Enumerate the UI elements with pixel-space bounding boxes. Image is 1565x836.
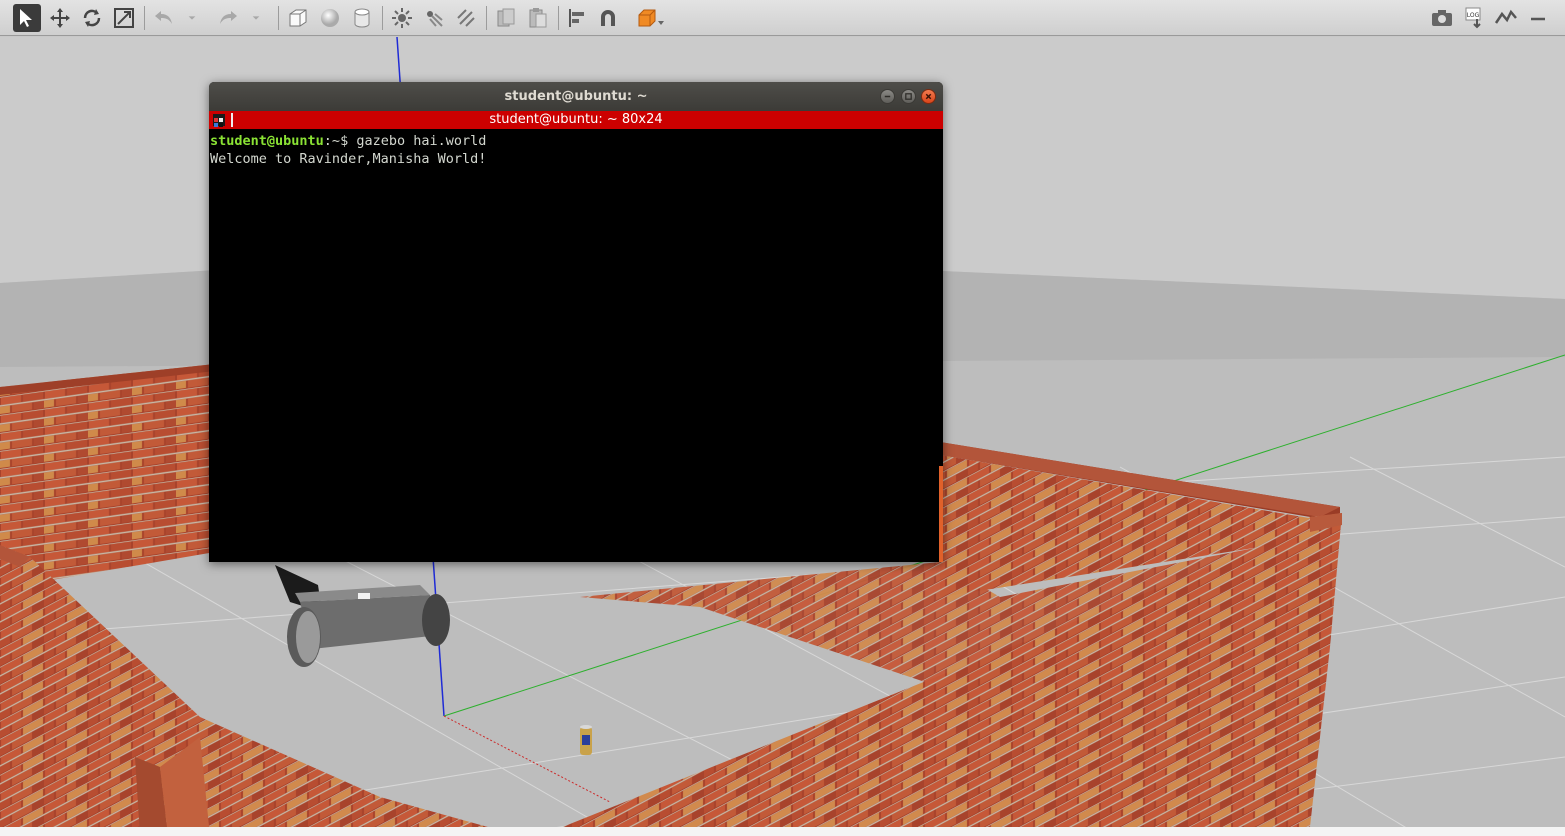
plot-button[interactable] <box>1492 4 1520 32</box>
magnet-icon <box>601 10 615 26</box>
terminal-tab-bar[interactable]: student@ubuntu: ~ 80x24 <box>209 111 943 129</box>
line-chart-icon <box>1494 9 1517 24</box>
cube-icon <box>289 9 307 27</box>
terminal-scrollbar[interactable] <box>939 466 943 562</box>
align-icon <box>569 9 584 27</box>
directional-light-icon <box>457 9 475 27</box>
terminal-output-line: Welcome to Ravinder,Manisha World! <box>210 151 487 167</box>
prompt-symbol: $ <box>340 133 357 149</box>
terminal-output[interactable]: student@ubuntu:~$ gazebo hai.world Welco… <box>209 129 943 171</box>
translate-mode-button[interactable] <box>46 4 74 32</box>
minus-icon <box>1531 17 1545 21</box>
rotate-mode-button[interactable] <box>78 4 106 32</box>
redo-button[interactable] <box>214 4 242 32</box>
arrow-pointer-icon <box>20 9 32 27</box>
undo-history-dropdown[interactable] <box>182 4 202 32</box>
spotlight-icon <box>427 11 443 27</box>
scale-mode-button[interactable] <box>110 4 138 32</box>
prompt-user: student@ubuntu <box>210 133 324 149</box>
snap-button[interactable] <box>594 4 622 32</box>
maximize-icon <box>905 93 912 100</box>
copy-icon <box>497 8 515 27</box>
paste-icon <box>529 8 547 28</box>
sun-icon <box>392 8 412 28</box>
sphere-shape-button[interactable] <box>316 4 344 32</box>
align-button[interactable] <box>564 4 592 32</box>
cylinder-shape-button[interactable] <box>348 4 376 32</box>
sphere-icon <box>321 9 339 27</box>
log-icon: LOG <box>1465 7 1481 29</box>
terminal-tab-title: student@ubuntu: ~ 80x24 <box>489 112 663 127</box>
camera-icon <box>1432 10 1452 26</box>
screenshot-button[interactable] <box>1428 4 1456 32</box>
box-shape-button[interactable] <box>284 4 312 32</box>
maximize-button[interactable] <box>901 89 916 104</box>
terminal-window-title: student@ubuntu: ~ <box>504 89 648 104</box>
terminal-window[interactable]: student@ubuntu: ~ student@ubuntu: ~ 80x2… <box>209 82 943 562</box>
command-text: gazebo hai.world <box>356 133 487 149</box>
minimize-button[interactable] <box>880 89 895 104</box>
minimize-icon <box>884 95 891 98</box>
rotate-icon <box>83 9 101 27</box>
undo-button[interactable] <box>150 4 178 32</box>
paste-button[interactable] <box>524 4 552 32</box>
view-angle-dropdown[interactable] <box>634 4 668 32</box>
close-icon <box>925 93 932 100</box>
orange-cube-icon <box>638 9 664 27</box>
redo-icon <box>220 11 237 24</box>
scale-icon <box>114 8 134 28</box>
undo-icon <box>155 11 172 24</box>
soda-can-model <box>580 725 592 755</box>
select-mode-button[interactable] <box>13 4 41 32</box>
move-arrows-icon <box>50 8 70 28</box>
point-light-button[interactable] <box>388 4 416 32</box>
hide-panel-button[interactable] <box>1524 4 1552 32</box>
close-button[interactable] <box>921 89 936 104</box>
cylinder-icon <box>354 8 370 28</box>
spot-light-button[interactable] <box>420 4 448 32</box>
redo-history-dropdown[interactable] <box>246 4 266 32</box>
directional-light-button[interactable] <box>452 4 480 32</box>
prompt-path: :~ <box>323 133 341 149</box>
terminal-command-line: student@ubuntu:~$ gazebo hai.world <box>210 132 942 150</box>
log-data-button[interactable]: LOG <box>1460 4 1488 32</box>
svg-text:LOG: LOG <box>1467 12 1480 19</box>
chevron-down-icon <box>188 16 196 20</box>
gazebo-toolbar: LOG <box>0 0 1565 36</box>
terminal-titlebar[interactable]: student@ubuntu: ~ <box>209 82 943 111</box>
copy-button[interactable] <box>492 4 520 32</box>
chevron-down-icon <box>252 16 260 20</box>
